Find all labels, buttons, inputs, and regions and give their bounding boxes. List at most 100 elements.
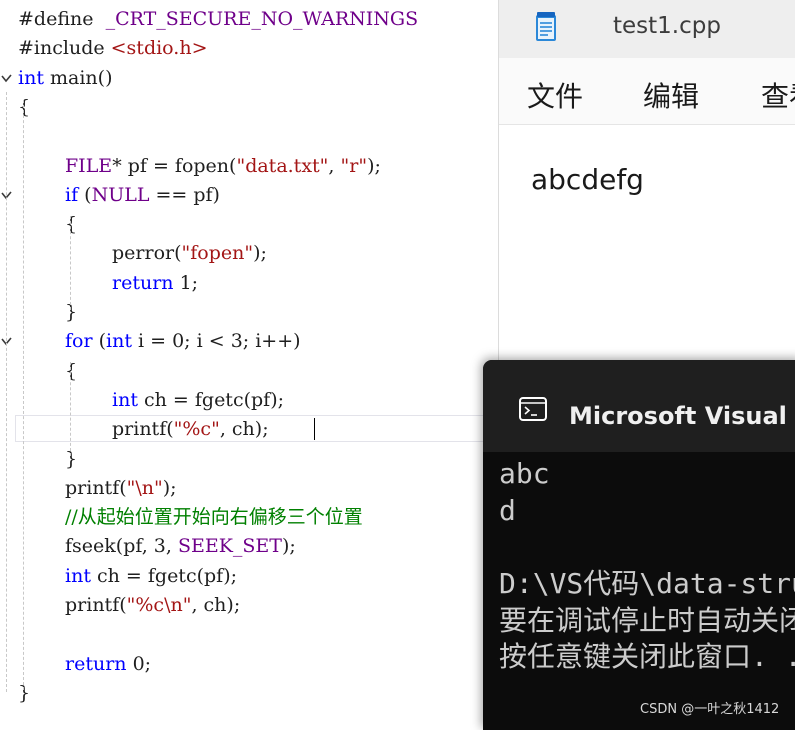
console-titlebar[interactable]: Microsoft Visual Studio 调试控制台 <box>483 360 795 452</box>
code-line[interactable]: int main() <box>0 64 498 93</box>
notepad-titlebar[interactable]: test1.cpp <box>499 0 795 58</box>
console-line: 要在调试停止时自动关闭控制台 <box>499 604 795 637</box>
code-token: i = 0; i < 3; i++) <box>131 330 301 353</box>
code-token: "data.txt" <box>236 154 329 177</box>
code-token: * pf = fopen( <box>112 154 237 177</box>
code-token: int <box>18 66 44 89</box>
code-token: "fopen" <box>181 242 254 265</box>
code-line[interactable]: for (int i = 0; i < 3; i++) <box>0 327 498 356</box>
code-token: return <box>112 271 174 294</box>
indent-guide <box>70 216 71 310</box>
code-text: printf("%c\n", ch); <box>65 591 240 620</box>
code-text: printf("\n"); <box>65 474 177 503</box>
code-line[interactable]: { <box>0 93 498 122</box>
code-token: "%c\n" <box>126 594 192 616</box>
code-token: printf( <box>112 418 174 441</box>
code-line[interactable]: perror("fopen"); <box>0 239 498 268</box>
notepad-tab-title[interactable]: test1.cpp <box>613 13 721 39</box>
code-token: } <box>65 301 78 323</box>
code-line[interactable]: return 1; <box>0 269 498 298</box>
code-line[interactable]: if (NULL == pf) <box>0 181 498 210</box>
code-line[interactable]: return 0; <box>0 650 498 679</box>
code-text: #include <stdio.h> <box>18 34 208 63</box>
code-token: , <box>328 154 341 177</box>
notepad-app-icon <box>536 12 556 41</box>
code-token: perror( <box>112 242 182 265</box>
code-token: NULL <box>91 183 150 206</box>
code-text: { <box>65 210 77 239</box>
code-token: int <box>112 388 138 411</box>
code-line[interactable]: printf("%c", ch); <box>0 415 498 444</box>
code-text: perror("fopen"); <box>112 239 267 268</box>
console-line: abc <box>499 457 550 490</box>
code-line[interactable]: } <box>0 679 498 708</box>
code-line[interactable] <box>0 620 498 649</box>
code-token: ); <box>253 242 267 265</box>
code-token: 0; <box>126 652 152 675</box>
code-line[interactable]: { <box>0 357 498 386</box>
menu-view[interactable]: 查看 <box>761 75 795 115</box>
indent-guide <box>23 100 24 690</box>
code-token: int <box>106 330 132 353</box>
code-token: if <box>65 183 79 206</box>
watermark: CSDN @一叶之秋1412 <box>640 702 780 717</box>
code-line[interactable]: printf("%c\n", ch); <box>0 591 498 620</box>
console-app-icon <box>519 397 547 421</box>
code-text: { <box>18 93 30 122</box>
menu-edit[interactable]: 编辑 <box>643 75 699 115</box>
code-token: , ch); <box>219 418 269 441</box>
code-token: ); <box>281 535 296 558</box>
code-token: { <box>65 359 78 382</box>
code-line[interactable]: { <box>0 210 498 239</box>
code-token: } <box>65 447 78 470</box>
code-line[interactable]: FILE* pf = fopen("data.txt", "r"); <box>0 152 498 181</box>
code-text: printf("%c", ch); <box>112 415 269 444</box>
code-line[interactable]: //从起始位置开始向右偏移三个位置 <box>0 503 498 532</box>
code-line[interactable]: fseek(pf, 3, SEEK_SET); <box>0 532 498 561</box>
code-token: FILE <box>65 154 113 177</box>
debug-console-window[interactable]: Microsoft Visual Studio 调试控制台 abc d D:\V… <box>483 360 795 730</box>
code-token: "%c" <box>173 418 220 441</box>
console-title: Microsoft Visual Studio 调试控制台 <box>569 402 795 430</box>
code-text: for (int i = 0; i < 3; i++) <box>65 327 301 356</box>
notepad-menubar: 文件 编辑 查看 <box>499 58 795 125</box>
code-token: int <box>65 564 91 587</box>
code-token: ( <box>92 330 107 353</box>
code-text: int ch = fgetc(pf); <box>112 386 284 415</box>
indent-guide <box>70 362 71 456</box>
code-text: return 0; <box>65 650 151 679</box>
code-line[interactable]: printf("\n"); <box>0 474 498 503</box>
text-caret <box>314 418 315 440</box>
code-token: return <box>65 652 127 675</box>
code-line[interactable]: #include <stdio.h> <box>0 34 498 63</box>
code-line[interactable] <box>0 122 498 151</box>
console-output: abc d D:\VS代码\data-structure\test1.exe 要… <box>483 452 795 730</box>
code-token: == pf) <box>149 183 220 206</box>
code-line[interactable]: } <box>0 298 498 327</box>
code-token: ch = fgetc(pf); <box>90 564 238 587</box>
code-text: { <box>65 357 77 386</box>
code-text: int main() <box>18 64 112 93</box>
code-token: ); <box>162 476 177 499</box>
code-token: { <box>65 213 78 236</box>
console-line: 按任意键关闭此窗口. . . <box>499 640 795 673</box>
code-token: printf( <box>65 476 127 499</box>
code-line[interactable]: int ch = fgetc(pf); <box>0 562 498 591</box>
fold-chevron-icon[interactable] <box>0 64 12 93</box>
code-line[interactable]: int ch = fgetc(pf); <box>0 386 498 415</box>
code-token: 1; <box>173 271 199 294</box>
code-line[interactable]: } <box>0 445 498 474</box>
code-text: fseek(pf, 3, SEEK_SET); <box>65 532 296 561</box>
code-token: , ch); <box>191 594 241 616</box>
code-token: fseek(pf, 3, <box>65 535 178 558</box>
notepad-content: abcdefg <box>531 163 644 196</box>
code-editor[interactable]: #define _CRT_SECURE_NO_WARNINGS #include … <box>0 0 498 723</box>
menu-file[interactable]: 文件 <box>527 75 583 115</box>
code-token: } <box>18 681 31 704</box>
code-token: printf( <box>65 594 127 616</box>
code-token: ( <box>78 183 92 206</box>
code-token: //从起始位置开始向右偏移三个位置 <box>65 506 363 529</box>
code-text: #define _CRT_SECURE_NO_WARNINGS <box>18 5 418 34</box>
code-token: ); <box>367 154 381 177</box>
code-line[interactable]: #define _CRT_SECURE_NO_WARNINGS <box>0 5 498 34</box>
